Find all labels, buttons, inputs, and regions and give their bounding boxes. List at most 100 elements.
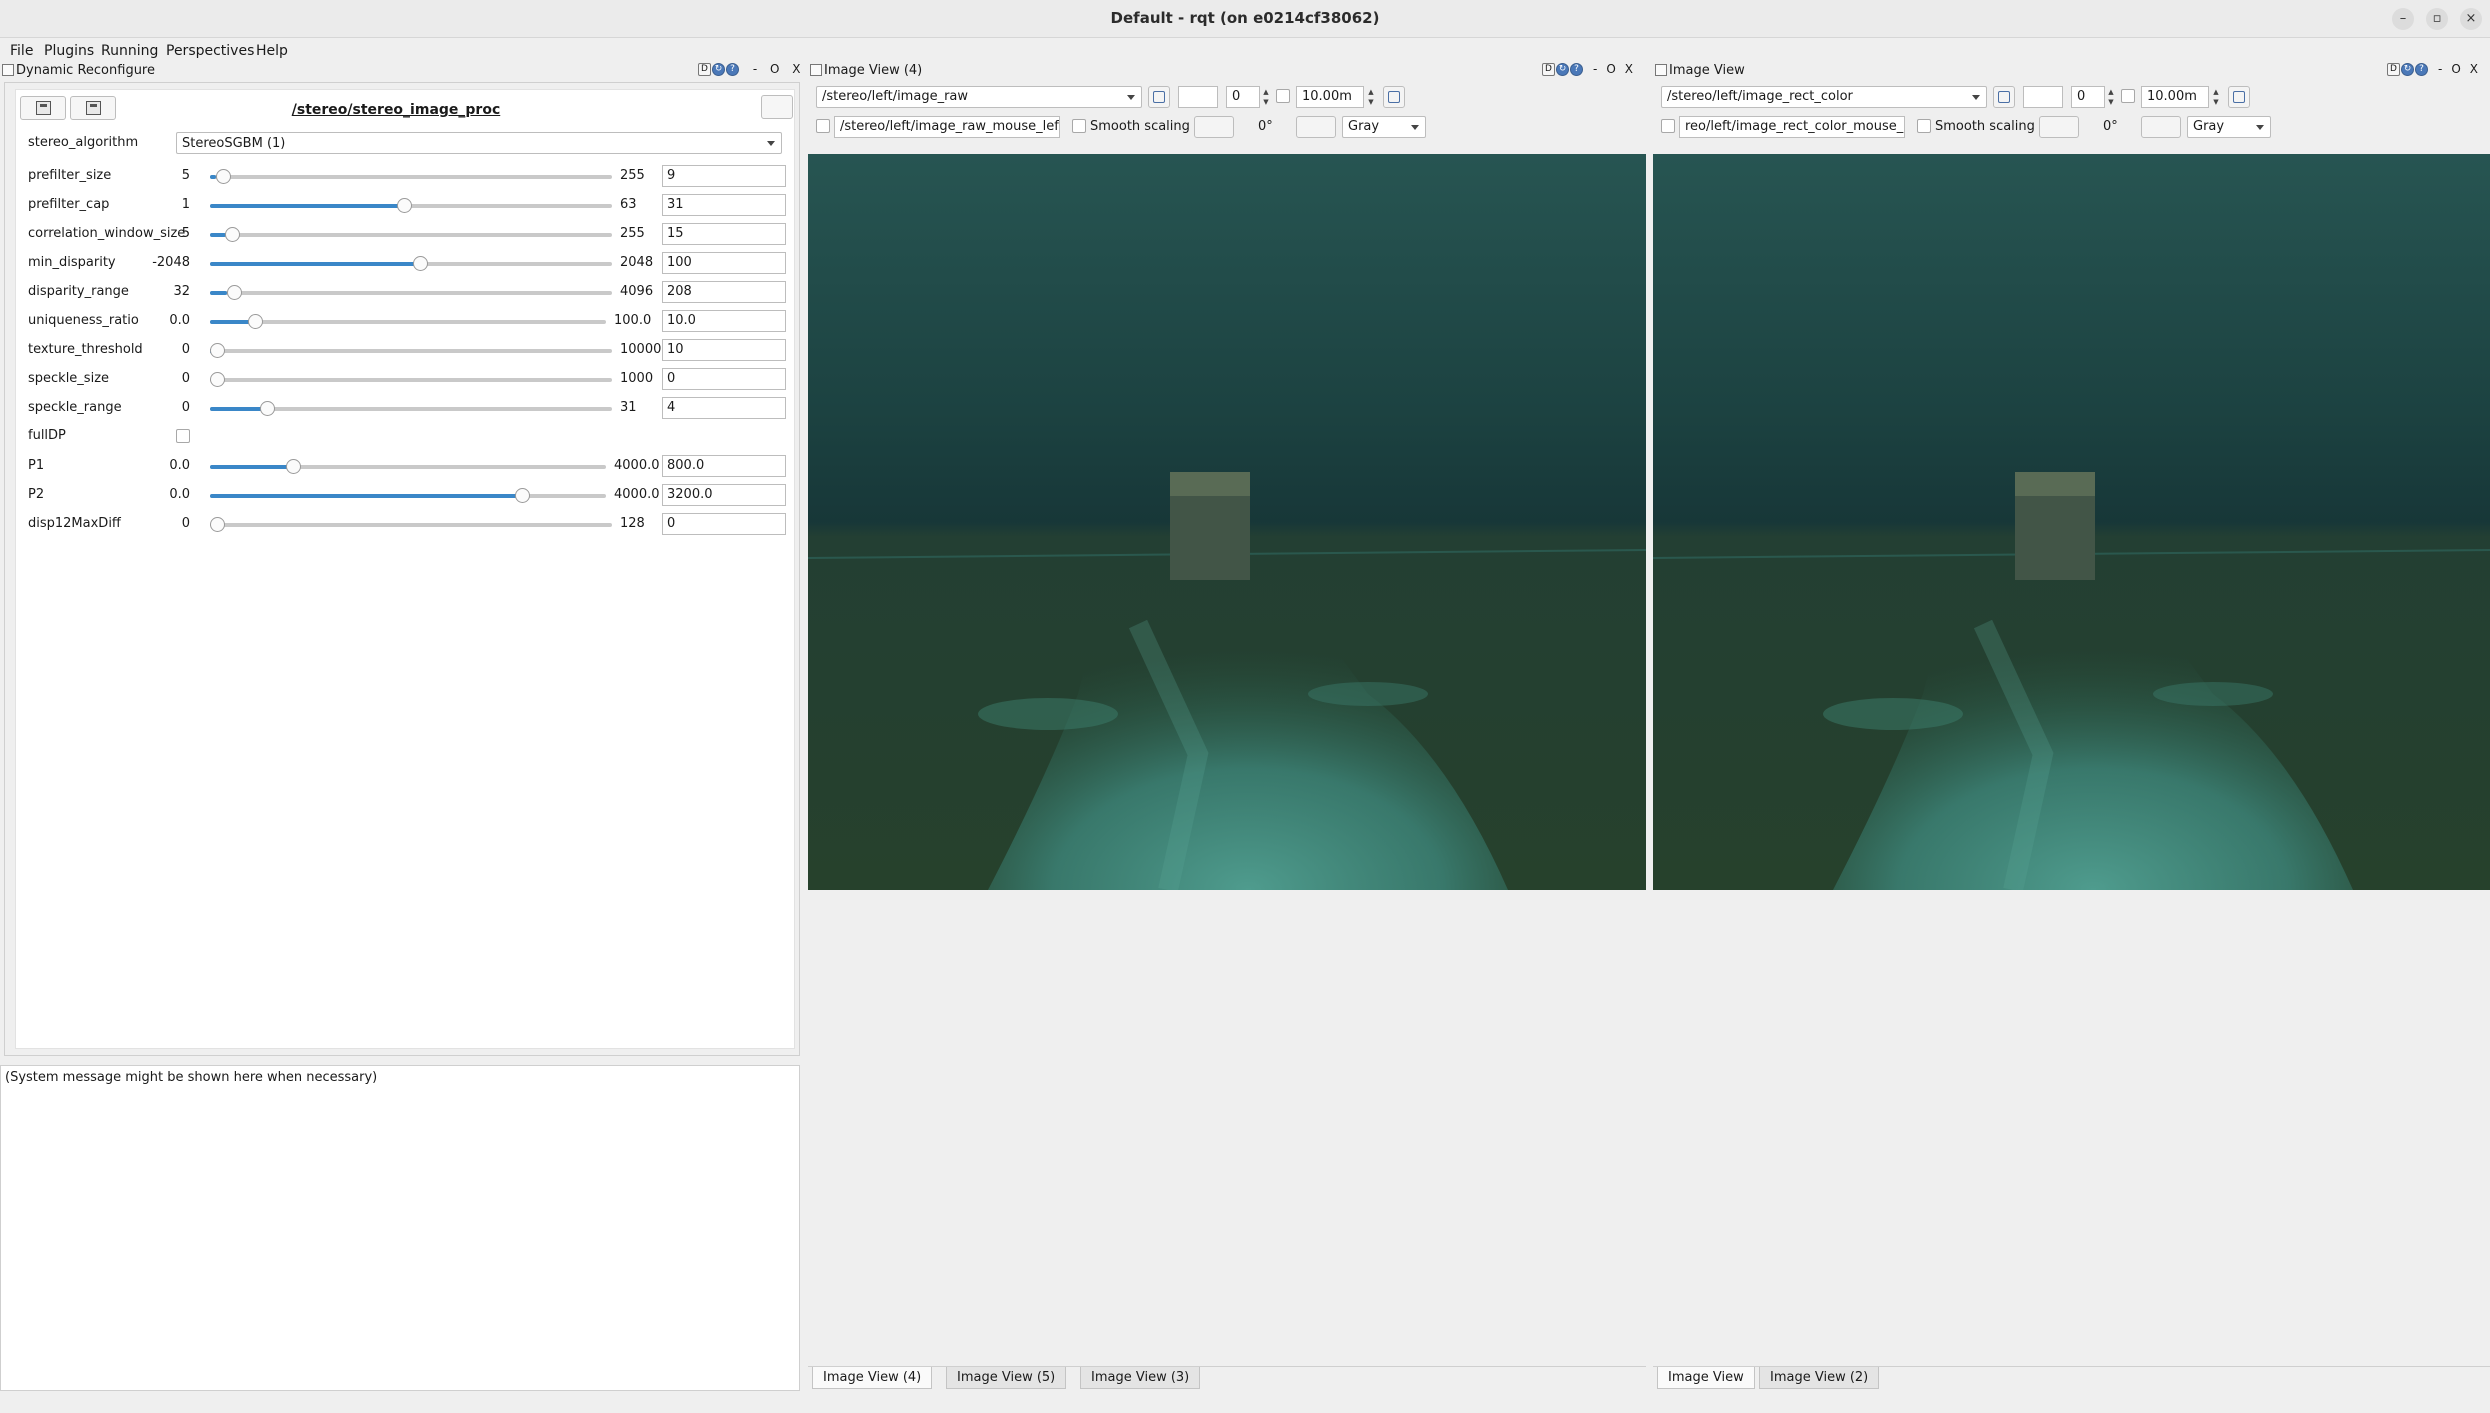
spin-arrows-icon[interactable]: ▲ ▼ xyxy=(2105,87,2117,109)
dock-close-button[interactable]: X xyxy=(2470,62,2478,76)
dock-float-button[interactable]: O xyxy=(2451,62,2460,76)
texture-threshold-slider-handle[interactable] xyxy=(210,343,226,358)
dock-d-button[interactable]: D xyxy=(2387,63,2400,76)
image-view-2-range-checkbox[interactable] xyxy=(2121,89,2135,103)
help-icon[interactable]: ? xyxy=(726,63,739,76)
p2-slider[interactable] xyxy=(210,488,606,503)
tab-image-view-5[interactable]: Image View (5) xyxy=(946,1367,1067,1389)
prefilter-size-input[interactable]: 9 xyxy=(662,165,786,187)
maximize-button[interactable]: ▫ xyxy=(2426,8,2448,30)
tab-image-view[interactable]: Image View xyxy=(1657,1367,1755,1389)
spin-arrows-icon[interactable]: ▲ ▼ xyxy=(2210,87,2222,109)
speckle-size-slider[interactable] xyxy=(210,372,612,387)
minimize-button[interactable]: – xyxy=(2392,8,2414,30)
prefilter-cap-slider-handle[interactable] xyxy=(397,198,413,213)
min-disparity-slider[interactable] xyxy=(210,256,612,271)
image-view-1-range-input[interactable]: 10.00m xyxy=(1296,86,1364,108)
dock-close-button[interactable]: X xyxy=(792,62,800,76)
reload-icon[interactable]: ↻ xyxy=(712,63,725,76)
image-view-2-colormap-select[interactable]: Gray xyxy=(2187,116,2271,138)
image-view-2-num-input[interactable]: 0 xyxy=(2071,86,2105,108)
dock-minimize-button[interactable]: - xyxy=(2438,62,2442,76)
image-view-1-topic-select[interactable]: /stereo/left/image_raw xyxy=(816,86,1142,108)
dock-float-button[interactable]: O xyxy=(770,62,779,76)
image-view-1-blank-field[interactable] xyxy=(1178,86,1218,108)
p1-input[interactable]: 800.0 xyxy=(662,455,786,477)
dock-minimize-button[interactable]: - xyxy=(1593,62,1597,76)
correlation-window-size-slider[interactable] xyxy=(210,227,612,242)
fulldp-checkbox[interactable] xyxy=(176,429,190,443)
p1-slider[interactable] xyxy=(210,459,606,474)
image-view-1-refresh-button[interactable] xyxy=(1148,86,1170,108)
uniqueness-ratio-slider-handle[interactable] xyxy=(248,314,264,329)
tab-image-view-2[interactable]: Image View (2) xyxy=(1759,1367,1880,1389)
spin-arrows-icon[interactable]: ▲ ▼ xyxy=(1365,87,1377,109)
image-view-2-smooth-checkbox[interactable] xyxy=(1917,119,1931,133)
p2-slider-handle[interactable] xyxy=(514,488,530,503)
image-view-2-rotate-right-button[interactable] xyxy=(2141,116,2181,138)
prefilter-cap-input[interactable]: 31 xyxy=(662,194,786,216)
image-view-2-refresh-button[interactable] xyxy=(1993,86,2015,108)
image-view-2-image[interactable] xyxy=(1653,154,2490,890)
close-window-button[interactable]: × xyxy=(2460,8,2482,30)
tab-image-view-3[interactable]: Image View (3) xyxy=(1080,1367,1201,1389)
image-view-2-mouse-topic-input[interactable]: reo/left/image_rect_color_mouse_left xyxy=(1679,116,1905,138)
image-view-2-blank-field[interactable] xyxy=(2023,86,2063,108)
dock-d-button[interactable]: D xyxy=(1542,63,1555,76)
disp12maxdiff-slider-handle[interactable] xyxy=(210,517,225,532)
uniqueness-ratio-input[interactable]: 10.0 xyxy=(662,310,786,332)
p2-input[interactable]: 3200.0 xyxy=(662,484,786,506)
speckle-size-input[interactable]: 0 xyxy=(662,368,786,390)
image-view-1-rotate-left-button[interactable] xyxy=(1194,116,1234,138)
dock-float-button[interactable]: O xyxy=(1606,62,1615,76)
image-view-1-rotate-right-button[interactable] xyxy=(1296,116,1336,138)
uniqueness-ratio-slider[interactable] xyxy=(210,314,606,329)
p1-slider-handle[interactable] xyxy=(286,459,302,474)
prefilter-size-slider[interactable] xyxy=(210,169,612,184)
texture-threshold-input[interactable]: 10 xyxy=(662,339,786,361)
spin-arrows-icon[interactable]: ▲ ▼ xyxy=(1260,87,1272,109)
tab-image-view-4[interactable]: Image View (4) xyxy=(812,1367,933,1389)
image-view-1-smooth-checkbox[interactable] xyxy=(1072,119,1086,133)
menu-running[interactable]: Running xyxy=(101,43,158,59)
image-view-1-range-checkbox[interactable] xyxy=(1276,89,1290,103)
image-view-1-num-input[interactable]: 0 xyxy=(1226,86,1260,108)
reload-icon[interactable]: ↻ xyxy=(1556,63,1569,76)
speckle-size-slider-handle[interactable] xyxy=(210,372,225,387)
image-view-1-colormap-select[interactable]: Gray xyxy=(1342,116,1426,138)
reload-icon[interactable]: ↻ xyxy=(2401,63,2414,76)
dock-close-button[interactable]: X xyxy=(1625,62,1633,76)
menu-plugins[interactable]: Plugins xyxy=(44,43,94,59)
image-view-1-mouse-topic-input[interactable]: /stereo/left/image_raw_mouse_left xyxy=(834,116,1060,138)
menu-perspectives[interactable]: Perspectives xyxy=(166,43,254,59)
dock-d-button[interactable]: D xyxy=(698,63,711,76)
prefilter-cap-slider[interactable] xyxy=(210,198,612,213)
prefilter-size-slider-handle[interactable] xyxy=(216,169,232,184)
disp12maxdiff-input[interactable]: 0 xyxy=(662,513,786,535)
stereo-algorithm-select[interactable]: StereoSGBM (1) xyxy=(176,132,782,154)
image-view-1-mouse-checkbox[interactable] xyxy=(816,119,830,133)
disparity-range-input[interactable]: 208 xyxy=(662,281,786,303)
image-view-1-save-image-button[interactable] xyxy=(1383,86,1405,108)
speckle-range-input[interactable]: 4 xyxy=(662,397,786,419)
close-node-button[interactable] xyxy=(761,95,793,119)
image-view-2-mouse-checkbox[interactable] xyxy=(1661,119,1675,133)
disp12maxdiff-slider[interactable] xyxy=(210,517,612,532)
speckle-range-slider[interactable] xyxy=(210,401,612,416)
menu-file[interactable]: File xyxy=(10,43,33,59)
image-view-1-image[interactable] xyxy=(808,154,1646,890)
menu-help[interactable]: Help xyxy=(256,43,288,59)
min-disparity-input[interactable]: 100 xyxy=(662,252,786,274)
image-view-2-range-input[interactable]: 10.00m xyxy=(2141,86,2209,108)
help-icon[interactable]: ? xyxy=(1570,63,1583,76)
dock-minimize-button[interactable]: - xyxy=(753,62,757,76)
disparity-range-slider-handle[interactable] xyxy=(226,285,242,300)
image-view-2-rotate-left-button[interactable] xyxy=(2039,116,2079,138)
speckle-range-slider-handle[interactable] xyxy=(259,401,275,416)
texture-threshold-slider[interactable] xyxy=(210,343,612,358)
correlation-window-size-slider-handle[interactable] xyxy=(225,227,241,242)
min-disparity-slider-handle[interactable] xyxy=(412,256,428,271)
help-icon[interactable]: ? xyxy=(2415,63,2428,76)
image-view-2-topic-select[interactable]: /stereo/left/image_rect_color xyxy=(1661,86,1987,108)
image-view-2-save-image-button[interactable] xyxy=(2228,86,2250,108)
